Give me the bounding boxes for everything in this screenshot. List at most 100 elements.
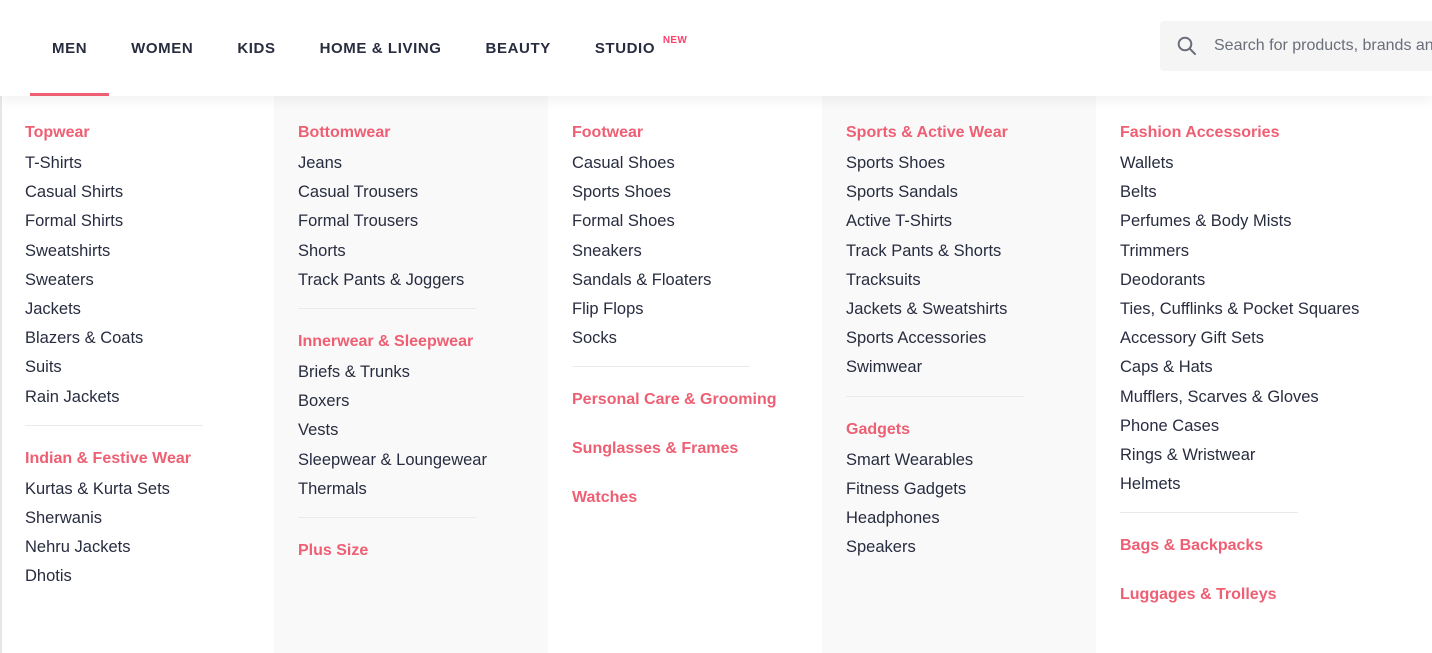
- category-personal-care[interactable]: Personal Care & Grooming: [572, 387, 822, 413]
- menu-link[interactable]: Boxers: [298, 387, 548, 416]
- main-nav: MEN WOMEN KIDS HOME & LIVING BEAUTY STUD…: [30, 0, 689, 96]
- menu-link[interactable]: Socks: [572, 324, 822, 353]
- menu-link[interactable]: Sandals & Floaters: [572, 266, 822, 295]
- menu-link[interactable]: Kurtas & Kurta Sets: [25, 475, 274, 504]
- menu-link[interactable]: Suits: [25, 353, 274, 382]
- divider: [25, 424, 203, 426]
- category-indian-festive[interactable]: Indian & Festive Wear: [25, 446, 274, 472]
- category-sunglasses[interactable]: Sunglasses & Frames: [572, 436, 822, 462]
- category-watches[interactable]: Watches: [572, 485, 822, 511]
- menu-link[interactable]: Formal Shirts: [25, 207, 274, 236]
- search-icon[interactable]: [1160, 21, 1214, 71]
- menu-link[interactable]: Sports Shoes: [846, 149, 1096, 178]
- nav-item-studio[interactable]: STUDIO NEW: [573, 0, 687, 96]
- menu-link[interactable]: Thermals: [298, 475, 548, 504]
- menu-link[interactable]: Sleepwear & Loungewear: [298, 446, 548, 475]
- menu-link[interactable]: Caps & Hats: [1120, 353, 1416, 382]
- category-sports-active[interactable]: Sports & Active Wear: [846, 120, 1096, 146]
- menu-link[interactable]: Jackets & Sweatshirts: [846, 295, 1096, 324]
- menu-link[interactable]: Casual Shirts: [25, 178, 274, 207]
- category-list: Jeans Casual Trousers Formal Trousers Short…: [298, 149, 548, 295]
- nav-label: STUDIO: [594, 39, 656, 57]
- menu-link[interactable]: Speakers: [846, 533, 1096, 562]
- nav-label: MEN: [52, 39, 88, 57]
- menu-link[interactable]: Rain Jackets: [25, 383, 274, 412]
- menu-column: Topwear T-Shirts Casual Shirts Formal Shir…: [2, 96, 274, 653]
- search-bar: [1160, 21, 1432, 71]
- nav-item-beauty[interactable]: BEAUTY: [464, 0, 573, 96]
- category-list: T-Shirts Casual Shirts Formal Shirts Sweats…: [25, 149, 274, 412]
- category-bottomwear[interactable]: Bottomwear: [298, 120, 548, 146]
- menu-link[interactable]: Active T-Shirts: [846, 207, 1096, 236]
- menu-link[interactable]: Helmets: [1120, 470, 1416, 499]
- menu-link[interactable]: Flip Flops: [572, 295, 822, 324]
- category-plus-size[interactable]: Plus Size: [298, 538, 548, 564]
- nav-item-women[interactable]: WOMEN: [109, 0, 215, 96]
- category-topwear[interactable]: Topwear: [25, 120, 274, 146]
- menu-link[interactable]: Deodorants: [1120, 266, 1416, 295]
- nav-label: KIDS: [237, 39, 276, 57]
- menu-link[interactable]: Sweaters: [25, 266, 274, 295]
- menu-link[interactable]: Casual Trousers: [298, 178, 548, 207]
- category-luggages-trolleys[interactable]: Luggages & Trolleys: [1120, 582, 1416, 608]
- category-list: Smart Wearables Fitness Gadgets Headphones…: [846, 446, 1096, 563]
- menu-link[interactable]: T-Shirts: [25, 149, 274, 178]
- category-list: Wallets Belts Perfumes & Body Mists Trimmer…: [1120, 149, 1416, 499]
- nav-label: BEAUTY: [485, 39, 551, 57]
- category-innerwear[interactable]: Innerwear & Sleepwear: [298, 329, 548, 355]
- menu-link[interactable]: Belts: [1120, 178, 1416, 207]
- category-gadgets[interactable]: Gadgets: [846, 417, 1096, 443]
- menu-link[interactable]: Jeans: [298, 149, 548, 178]
- menu-column: Sports & Active Wear Sports Shoes Sports …: [822, 96, 1096, 653]
- menu-link[interactable]: Nehru Jackets: [25, 533, 274, 562]
- menu-link[interactable]: Casual Shoes: [572, 149, 822, 178]
- menu-link[interactable]: Sports Sandals: [846, 178, 1096, 207]
- divider: [572, 366, 750, 368]
- menu-link[interactable]: Formal Trousers: [298, 207, 548, 236]
- menu-link[interactable]: Briefs & Trunks: [298, 358, 548, 387]
- menu-link[interactable]: Sherwanis: [25, 504, 274, 533]
- menu-link[interactable]: Sports Accessories: [846, 324, 1096, 353]
- menu-link[interactable]: Track Pants & Shorts: [846, 237, 1096, 266]
- search-input[interactable]: [1214, 37, 1432, 55]
- menu-link[interactable]: Vests: [298, 416, 548, 445]
- nav-item-kids[interactable]: KIDS: [215, 0, 297, 96]
- menu-link[interactable]: Phone Cases: [1120, 412, 1416, 441]
- menu-link[interactable]: Smart Wearables: [846, 446, 1096, 475]
- menu-link[interactable]: Swimwear: [846, 353, 1096, 382]
- menu-link[interactable]: Blazers & Coats: [25, 324, 274, 353]
- menu-link[interactable]: Track Pants & Joggers: [298, 266, 548, 295]
- category-bags-backpacks[interactable]: Bags & Backpacks: [1120, 533, 1416, 559]
- menu-link[interactable]: Headphones: [846, 504, 1096, 533]
- category-list: Kurtas & Kurta Sets Sherwanis Nehru Jacket…: [25, 475, 274, 592]
- menu-link[interactable]: Fitness Gadgets: [846, 475, 1096, 504]
- category-footwear[interactable]: Footwear: [572, 120, 822, 146]
- mega-menu: Topwear T-Shirts Casual Shirts Formal Shir…: [0, 96, 1432, 653]
- menu-link[interactable]: Wallets: [1120, 149, 1416, 178]
- nav-label: WOMEN: [131, 39, 194, 57]
- menu-column: Bottomwear Jeans Casual Trousers Formal Tr…: [274, 96, 548, 653]
- menu-link[interactable]: Trimmers: [1120, 237, 1416, 266]
- new-badge: NEW: [662, 35, 688, 46]
- menu-link[interactable]: Formal Shoes: [572, 207, 822, 236]
- divider: [1120, 512, 1298, 514]
- nav-item-men[interactable]: MEN: [30, 0, 110, 96]
- menu-link[interactable]: Dhotis: [25, 562, 274, 591]
- menu-link[interactable]: Tracksuits: [846, 266, 1096, 295]
- nav-item-home-living[interactable]: HOME & LIVING: [298, 0, 464, 96]
- menu-link[interactable]: Rings & Wristwear: [1120, 441, 1416, 470]
- category-fashion-accessories[interactable]: Fashion Accessories: [1120, 120, 1416, 146]
- divider: [298, 308, 476, 310]
- menu-link[interactable]: Accessory Gift Sets: [1120, 324, 1416, 353]
- menu-column: Fashion Accessories Wallets Belts Perfumes…: [1096, 96, 1416, 653]
- menu-link[interactable]: Mufflers, Scarves & Gloves: [1120, 383, 1416, 412]
- menu-link[interactable]: Perfumes & Body Mists: [1120, 207, 1416, 236]
- menu-link[interactable]: Shorts: [298, 237, 548, 266]
- header: MEN WOMEN KIDS HOME & LIVING BEAUTY STUD…: [0, 0, 1432, 96]
- category-list: Briefs & Trunks Boxers Vests Sleepwear & Lo…: [298, 358, 548, 504]
- menu-link[interactable]: Ties, Cufflinks & Pocket Squares: [1120, 295, 1416, 324]
- menu-link[interactable]: Sneakers: [572, 237, 822, 266]
- menu-link[interactable]: Jackets: [25, 295, 274, 324]
- menu-link[interactable]: Sports Shoes: [572, 178, 822, 207]
- menu-link[interactable]: Sweatshirts: [25, 237, 274, 266]
